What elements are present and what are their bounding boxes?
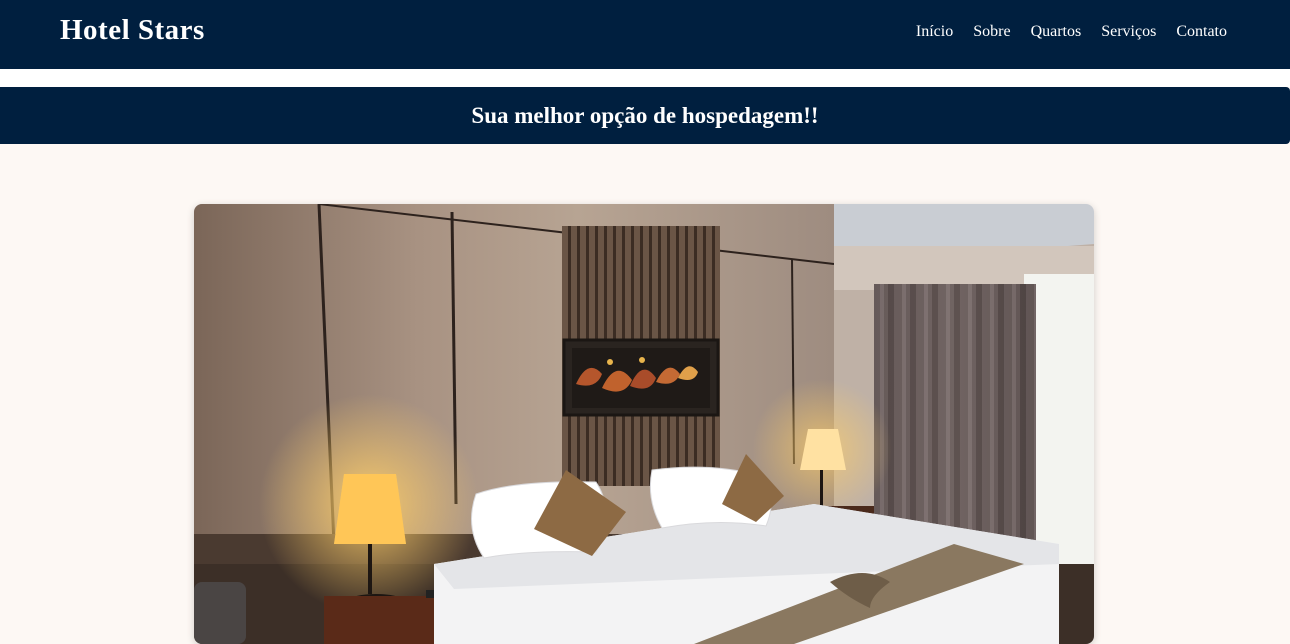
headline-text: Sua melhor opção de hospedagem!! bbox=[471, 102, 819, 128]
brand-logo-text[interactable]: Hotel Stars bbox=[60, 14, 205, 47]
hotel-room-illustration bbox=[194, 204, 1094, 644]
hero-room-image bbox=[194, 204, 1094, 644]
top-navbar: Hotel Stars Início Sobre Quartos Serviço… bbox=[0, 0, 1290, 69]
nav-link-sobre[interactable]: Sobre bbox=[973, 23, 1010, 41]
nav-link-inicio[interactable]: Início bbox=[916, 23, 953, 41]
header-spacer bbox=[0, 69, 1290, 87]
nav-link-quartos[interactable]: Quartos bbox=[1031, 23, 1082, 41]
headline-banner: Sua melhor opção de hospedagem!! bbox=[0, 87, 1290, 144]
main-nav: Início Sobre Quartos Serviços Contato bbox=[916, 23, 1227, 41]
nav-link-contato[interactable]: Contato bbox=[1176, 23, 1227, 41]
nav-link-servicos[interactable]: Serviços bbox=[1101, 23, 1156, 41]
